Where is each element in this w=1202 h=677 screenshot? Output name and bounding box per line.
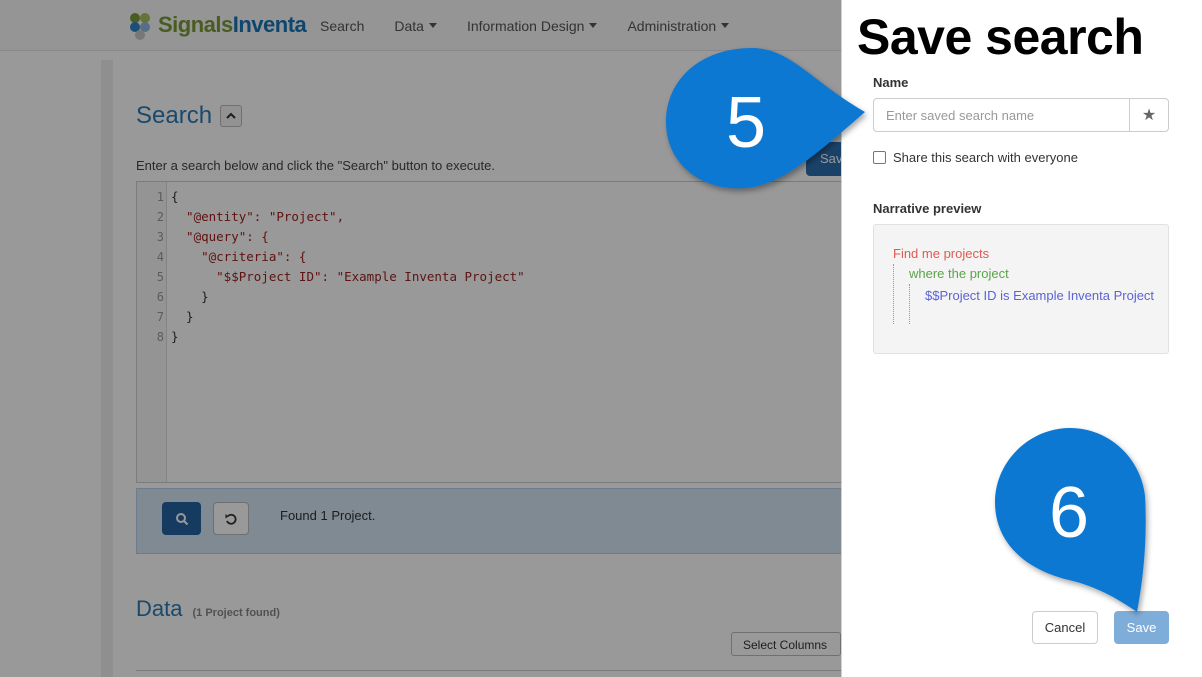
share-option[interactable]: Share this search with everyone	[873, 150, 1078, 165]
favorite-button[interactable]: ★	[1129, 98, 1169, 132]
preview-tree-line	[909, 284, 910, 324]
panel-title: Save search	[857, 9, 1144, 65]
saved-search-name-input[interactable]	[873, 98, 1130, 132]
step-5-number: 5	[726, 83, 767, 163]
star-icon: ★	[1141, 107, 1157, 124]
preview-line-entity: Find me projects	[893, 246, 990, 261]
step-6-number: 6	[1049, 473, 1090, 553]
preview-line-query: where the project	[909, 266, 1009, 281]
preview-tree-line	[893, 264, 894, 324]
preview-line-criteria: $$Project ID is Example Inventa Project	[925, 288, 1155, 303]
share-label: Share this search with everyone	[893, 150, 1078, 165]
narrative-preview-label: Narrative preview	[873, 201, 982, 216]
